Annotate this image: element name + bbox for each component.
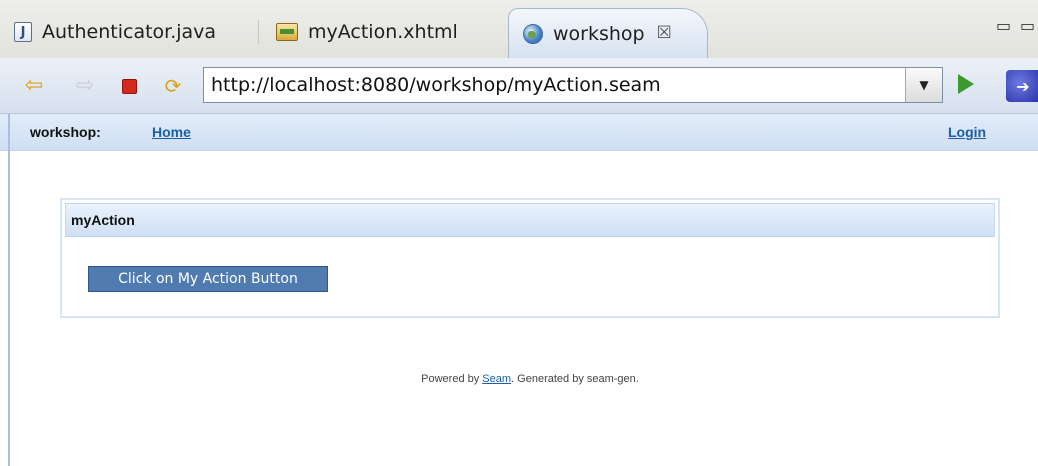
home-link[interactable]: Home [152, 124, 191, 140]
go-icon[interactable] [958, 74, 974, 94]
forward-arrow-icon: ⇨ [75, 73, 95, 98]
tab-myaction-xhtml[interactable]: myAction.xhtml [276, 12, 458, 52]
refresh-icon: ⟳ [164, 74, 182, 98]
tab-label: Authenticator.java [42, 21, 217, 43]
app-name: workshop: [30, 124, 101, 140]
back-arrow-icon: ⇦ [24, 73, 44, 98]
tab-label: workshop [553, 22, 645, 45]
my-action-button[interactable]: Click on My Action Button [88, 266, 328, 292]
stop-icon [121, 78, 137, 94]
xhtml-file-icon [276, 23, 298, 41]
editor-tab-bar: J Authenticator.java myAction.xhtml work… [0, 0, 1038, 59]
seam-menu-bar: workshop: Home Login [0, 114, 1038, 151]
url-input[interactable]: http://localhost:8080/workshop/myAction.… [204, 74, 905, 96]
forward-button[interactable]: ⇨ [73, 74, 97, 98]
myaction-panel: myAction Click on My Action Button [60, 198, 1000, 318]
footer-prefix: Powered by [421, 373, 483, 385]
browser-toolbar: ⇦ ⇨ ⟳ http://localhost:8080/workshop/myA… [0, 58, 1038, 114]
tab-authenticator-java[interactable]: J Authenticator.java [14, 12, 216, 52]
external-browser-icon[interactable]: ➔ [1006, 70, 1038, 102]
chevron-down-icon: ▼ [919, 78, 929, 92]
url-bar[interactable]: http://localhost:8080/workshop/myAction.… [203, 67, 943, 103]
minimize-icon[interactable]: ▭ [996, 16, 1011, 35]
login-link[interactable]: Login [948, 124, 986, 140]
back-button[interactable]: ⇦ [22, 74, 46, 98]
eclipse-browser-window: J Authenticator.java myAction.xhtml work… [0, 0, 1038, 466]
seam-link[interactable]: Seam [482, 373, 511, 385]
stop-button[interactable] [117, 74, 141, 98]
web-page: workshop: Home Login myAction Click on M… [0, 114, 1038, 466]
url-dropdown-button[interactable]: ▼ [905, 68, 942, 102]
close-icon[interactable]: ☒ [657, 25, 672, 42]
page-left-border [8, 114, 10, 466]
refresh-button[interactable]: ⟳ [161, 74, 185, 98]
tab-label: myAction.xhtml [308, 21, 458, 43]
tab-divider [258, 20, 259, 44]
tab-workshop[interactable]: workshop ☒ [508, 8, 708, 58]
panel-title: myAction [65, 203, 995, 237]
globe-icon [523, 23, 543, 44]
page-footer: Powered by Seam. Generated by seam-gen. [0, 373, 1038, 385]
java-file-icon: J [14, 22, 32, 42]
footer-suffix: . Generated by seam-gen. [511, 373, 639, 385]
maximize-icon[interactable]: ▭ [1020, 16, 1035, 35]
